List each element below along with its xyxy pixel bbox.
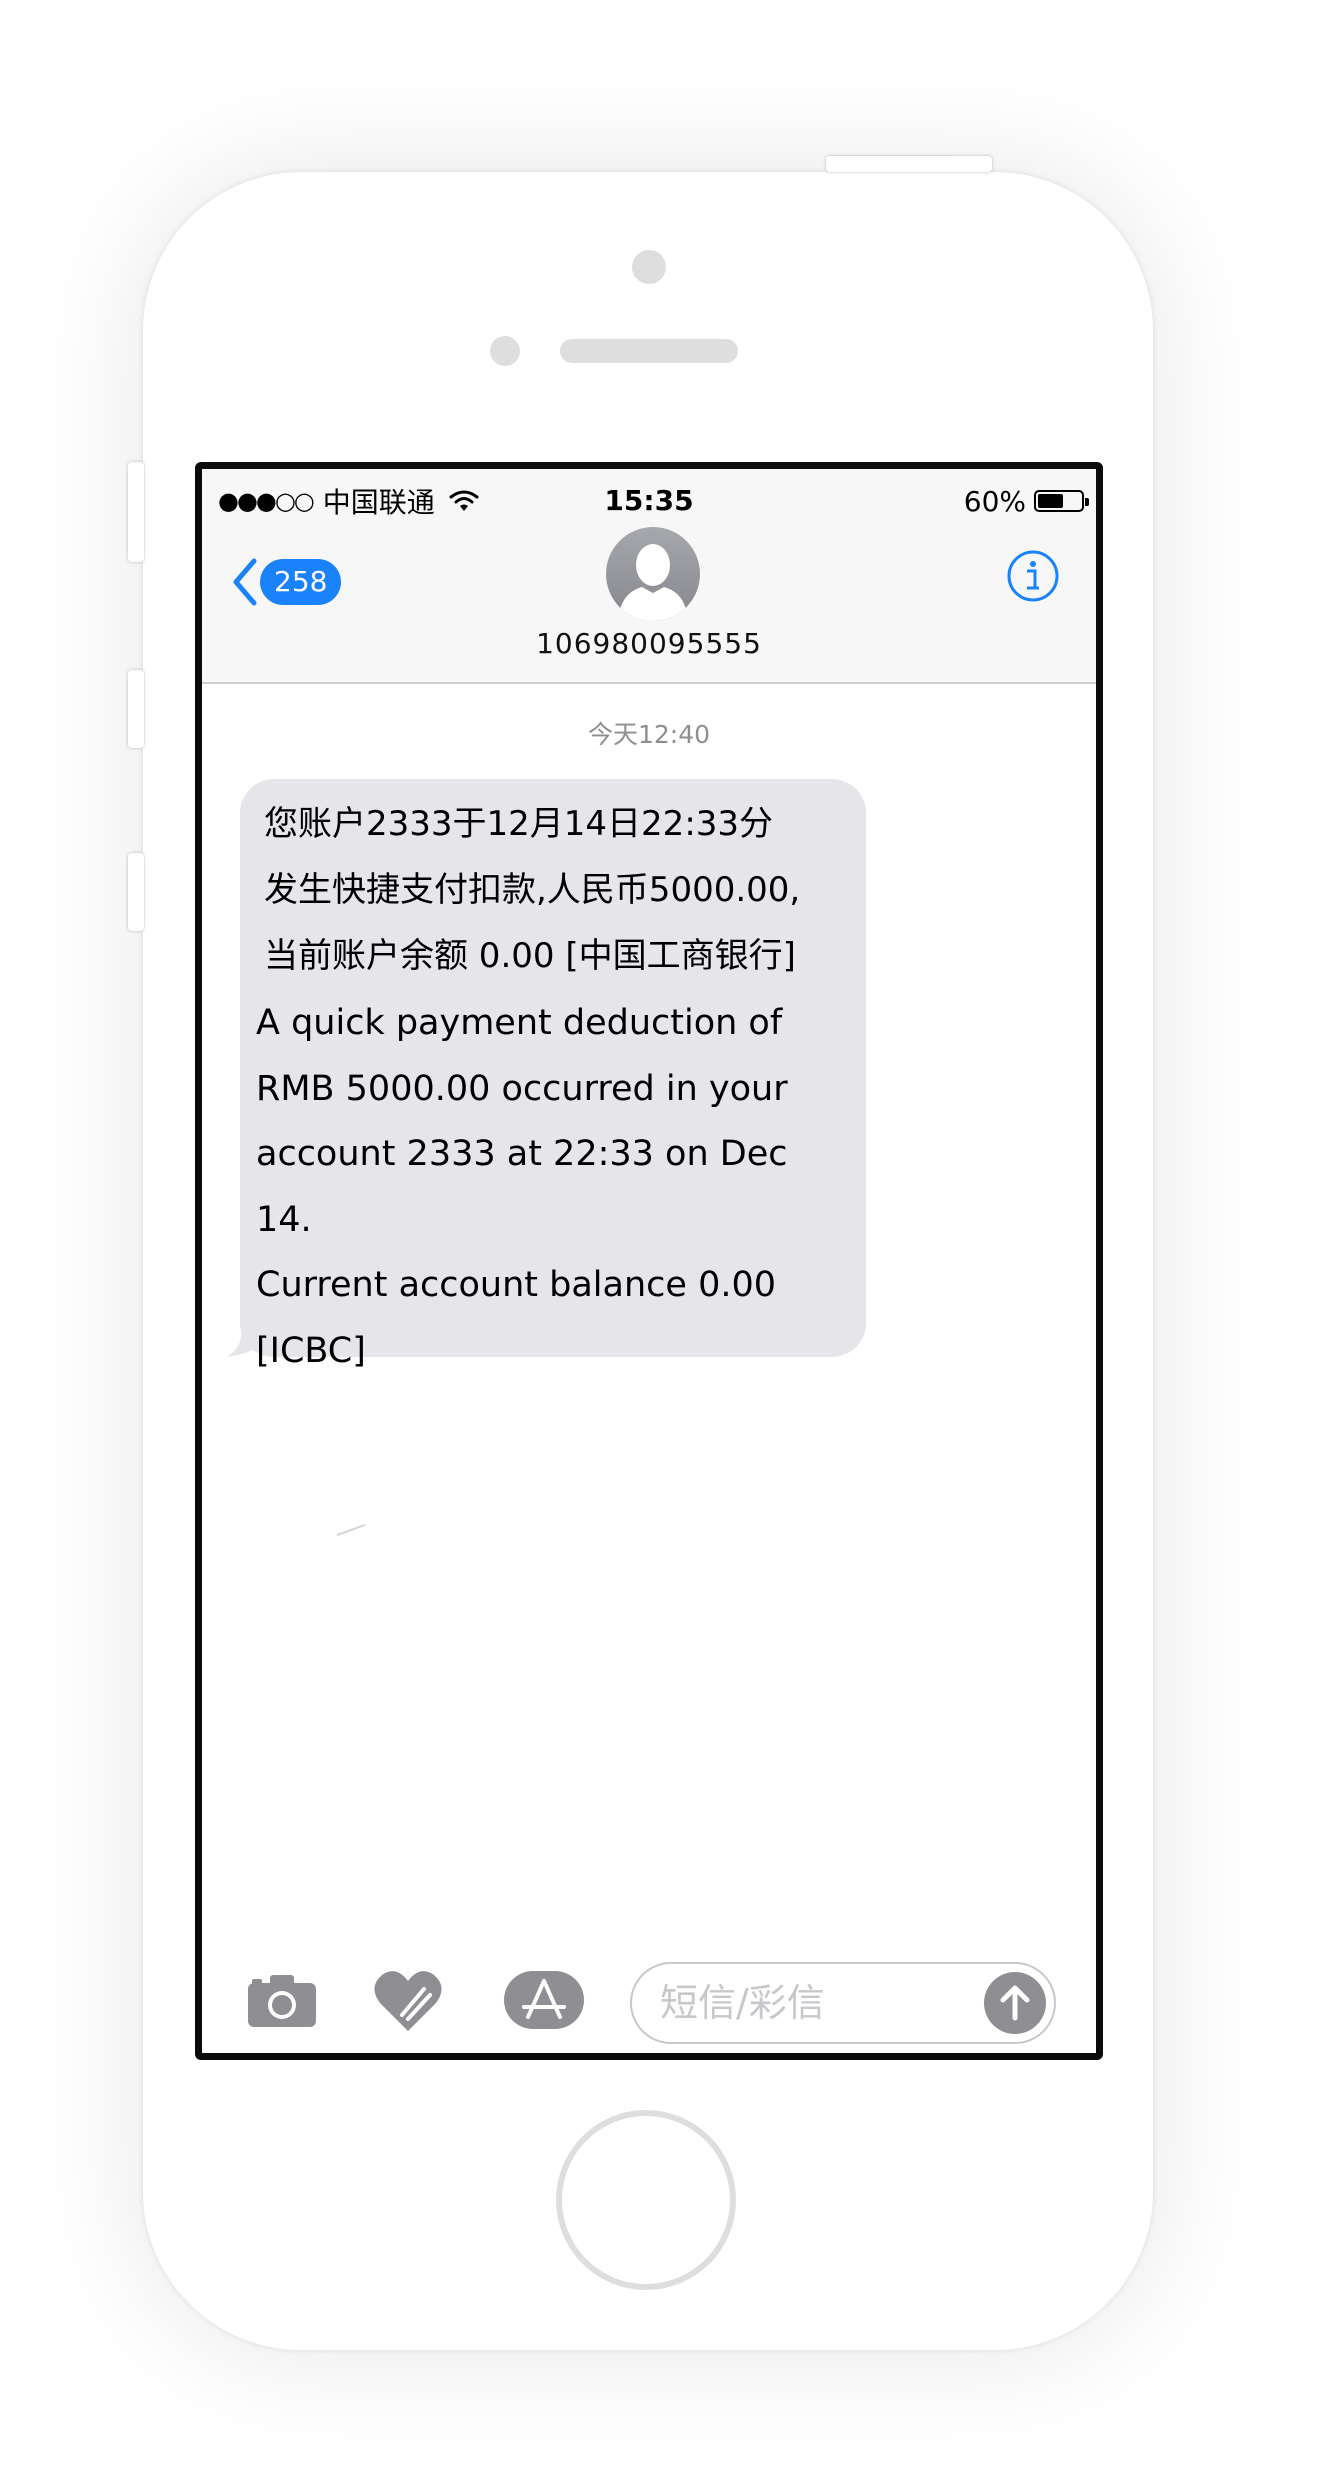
composer-bar: 短信/彩信 <box>202 1947 1096 2053</box>
home-button[interactable] <box>556 2110 736 2290</box>
contact-number[interactable]: 106980095555 <box>202 627 1096 660</box>
unread-count-badge: 258 <box>260 559 342 605</box>
earpiece-speaker <box>560 339 738 363</box>
battery-percentage: 60% <box>963 484 1026 518</box>
stray-mark <box>336 1523 366 1537</box>
battery-icon <box>1034 490 1089 512</box>
screen: ●●●○○ 中国联通 15:35 60% 258 106980095555 今天… <box>195 462 1103 2060</box>
message-input-placeholder: 短信/彩信 <box>660 1981 825 2025</box>
status-time: 15:35 <box>604 484 694 517</box>
person-silhouette-icon <box>618 544 688 621</box>
app-store-icon[interactable] <box>502 1969 586 2031</box>
contact-avatar[interactable] <box>606 527 700 621</box>
digital-touch-heart-icon[interactable] <box>372 1969 444 2033</box>
message-input[interactable]: 短信/彩信 <box>630 1962 1056 2044</box>
send-button[interactable] <box>984 1972 1046 2034</box>
message-timestamp: 今天12:40 <box>587 720 711 749</box>
message-text-chinese: 您账户2333于12月14日22:33分 发生快捷支付扣款,人民币5000.00… <box>264 804 801 976</box>
message-text-english: A quick payment deduction of RMB 5000.00… <box>256 1003 788 1371</box>
volume-down-button <box>128 853 144 931</box>
info-icon[interactable] <box>1006 549 1060 603</box>
front-camera <box>632 250 666 284</box>
message-bubble[interactable]: 您账户2333于12月14日22:33分 发生快捷支付扣款,人民币5000.00… <box>240 779 866 1371</box>
send-arrow-icon <box>1000 1985 1030 2021</box>
conversation-header: ●●●○○ 中国联通 15:35 60% 258 106980095555 <box>202 469 1096 684</box>
power-button <box>826 156 992 172</box>
proximity-sensor <box>490 336 520 366</box>
camera-icon[interactable] <box>246 1973 318 2029</box>
status-bar: ●●●○○ 中国联通 15:35 60% <box>202 479 1096 523</box>
mute-switch <box>128 462 144 562</box>
volume-up-button <box>128 670 144 748</box>
back-button[interactable]: 258 <box>230 555 342 609</box>
chevron-left-icon <box>233 558 257 606</box>
